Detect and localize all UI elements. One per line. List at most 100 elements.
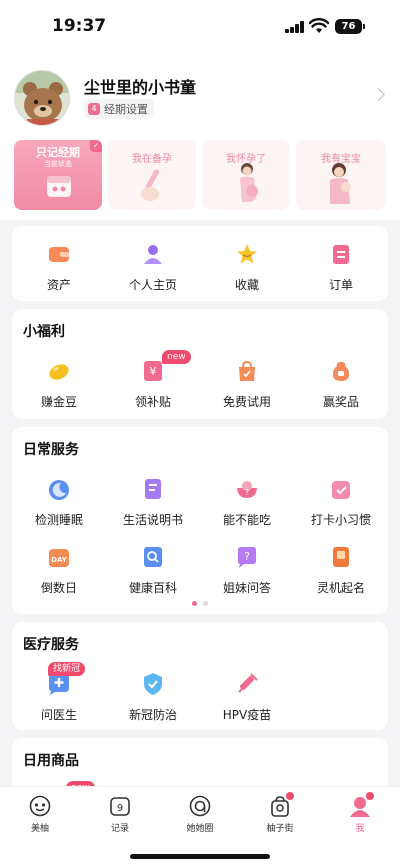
bear-avatar-icon: [15, 71, 69, 125]
tab-label: 我: [355, 824, 365, 834]
welfare-item-free-trial[interactable]: 免费试用: [200, 359, 294, 410]
daily-item-can-eat[interactable]: ? 能不能吃: [200, 477, 294, 528]
meiyou-icon: [29, 795, 51, 817]
tab-community[interactable]: 她她圈: [160, 795, 240, 834]
mode-pregnant[interactable]: 我怀孕了: [202, 140, 290, 210]
section-title: 日用商品: [23, 753, 79, 769]
checkmark-icon: ✓: [90, 140, 102, 152]
naming-book-icon: [329, 545, 353, 569]
status-bar: 19:37 76: [0, 0, 400, 54]
mode-have-baby[interactable]: 我有宝宝: [296, 140, 386, 210]
daily-item-sleep[interactable]: 检测睡眠: [12, 477, 106, 528]
thermometer-hand-illustration-icon: [141, 169, 160, 201]
daily-item-naming[interactable]: 灵机起名: [294, 545, 388, 596]
calendar-illustration-icon: [47, 176, 71, 197]
medical-item-label: 问医生: [40, 708, 77, 722]
welfare-item-label: 赢奖品: [322, 395, 359, 409]
daily-item-qa[interactable]: ? 姐妹问答: [200, 545, 294, 596]
quick-item-label: 个人主页: [128, 278, 177, 292]
daily-item-encyclopedia[interactable]: 健康百科: [106, 545, 200, 596]
username[interactable]: 尘世里的小书童: [84, 74, 196, 98]
welfare-item-label: 赚金豆: [40, 395, 77, 409]
daily-item-countdown[interactable]: DAY 倒数日: [12, 545, 106, 596]
gold-bean-icon: [47, 359, 71, 383]
welfare-item-prizes[interactable]: 赢奖品: [294, 359, 388, 410]
quick-item-favorites[interactable]: 收藏: [200, 242, 294, 293]
mode-label: 只记经期: [36, 146, 80, 159]
calendar-day-text: 9: [117, 803, 123, 814]
section-title: 医疗服务: [23, 637, 79, 653]
star-icon: [235, 242, 259, 266]
question-bubble-icon: ?: [235, 545, 259, 569]
daily-item-habit[interactable]: 打卡小习惯: [294, 477, 388, 528]
person-icon: [141, 242, 165, 266]
tab-label: 她她圈: [186, 824, 214, 834]
countdown-day-icon: DAY: [47, 545, 71, 569]
home-indicator: [130, 854, 270, 859]
wallet-icon: [47, 242, 71, 266]
section-title: 小福利: [23, 324, 65, 340]
daily-item-manual[interactable]: 生活说明书: [106, 477, 200, 528]
mode-preparing-pregnancy[interactable]: 我在备孕: [108, 140, 196, 210]
me-icon: [349, 792, 374, 817]
mother-baby-illustration-icon: [330, 163, 351, 204]
chevron-right-icon[interactable]: [372, 88, 385, 101]
welfare-item-gold-beans[interactable]: 赚金豆: [12, 359, 106, 410]
medical-item-covid[interactable]: 新冠防治: [106, 672, 200, 723]
medical-item-hpv[interactable]: HPV疫苗: [200, 672, 294, 723]
page-dot: [203, 601, 208, 606]
welfare-item-label: 领补贴: [134, 395, 171, 409]
svg-text:¥: ¥: [150, 365, 157, 378]
section-title: 日常服务: [23, 442, 79, 458]
prize-bag-icon: [329, 359, 353, 383]
covid-tag: 找新冠: [48, 662, 86, 676]
quick-item-orders[interactable]: 订单: [294, 242, 388, 293]
mode-period-only[interactable]: 只记经期 当前状态 ✓: [14, 140, 102, 210]
mode-label: 我在备孕: [132, 154, 172, 165]
shopping-bag-icon: [269, 792, 294, 817]
notification-dot: [286, 792, 294, 800]
period-settings-chip[interactable]: 4 经期设置: [84, 99, 154, 119]
period-badge: 4: [88, 103, 100, 115]
page-dot-active: [192, 601, 197, 606]
tab-label: 记录: [110, 824, 129, 834]
battery-indicator: 76: [335, 19, 362, 34]
medical-item-label: HPV疫苗: [222, 708, 272, 722]
tab-me[interactable]: 我: [320, 792, 400, 834]
profile-header: 尘世里的小书童 4 经期设置 只记经期 当前状态 ✓ 我在备孕 我怀孕了 我有宝…: [0, 54, 400, 220]
mode-sub-label: 当前状态: [44, 160, 72, 168]
manual-icon: [141, 477, 165, 501]
daily-item-label: 健康百科: [128, 581, 177, 595]
welfare-item-subsidy[interactable]: ¥ 领补贴: [106, 359, 200, 410]
tab-youzi-street[interactable]: 柚子街: [240, 792, 320, 834]
medical-item-ask-doctor[interactable]: 问医生: [12, 672, 106, 723]
quick-item-homepage[interactable]: 个人主页: [106, 242, 200, 293]
calendar-icon: 9: [109, 795, 131, 817]
mode-selector: 只记经期 当前状态 ✓ 我在备孕 我怀孕了 我有宝宝: [12, 140, 388, 210]
quick-item-label: 收藏: [234, 278, 259, 292]
daily-item-label: 灵机起名: [316, 581, 365, 595]
notification-dot: [366, 792, 374, 800]
avatar[interactable]: [14, 70, 70, 126]
tab-record[interactable]: 9 记录: [80, 795, 160, 834]
daily-item-label: 倒数日: [40, 581, 77, 595]
cellular-signal-icon: [285, 21, 305, 33]
tab-label: 柚子街: [266, 824, 294, 834]
welfare-item-label: 免费试用: [222, 395, 271, 409]
svg-text:?: ?: [245, 488, 249, 497]
daily-services-card: 日常服务 检测睡眠 生活说明书 ? 能不能吃 打卡小习惯 DAY 倒数日 健康百…: [12, 427, 388, 614]
encyclopedia-icon: [141, 545, 165, 569]
wifi-icon: [309, 18, 329, 33]
quick-item-label: 订单: [328, 278, 353, 292]
order-icon: [329, 242, 353, 266]
daily-item-label: 姐妹问答: [222, 581, 271, 595]
quick-item-assets[interactable]: 资产: [12, 242, 106, 293]
daily-item-label: 能不能吃: [222, 513, 271, 527]
food-bowl-icon: ?: [235, 477, 259, 501]
sleep-moon-icon: [47, 477, 71, 501]
countdown-day-text: DAY: [51, 556, 68, 564]
daily-item-label: 打卡小习惯: [310, 513, 371, 527]
tab-meiyou[interactable]: 美柚: [0, 795, 80, 834]
page-indicator[interactable]: [192, 601, 208, 606]
daily-item-label: 生活说明书: [122, 513, 183, 527]
